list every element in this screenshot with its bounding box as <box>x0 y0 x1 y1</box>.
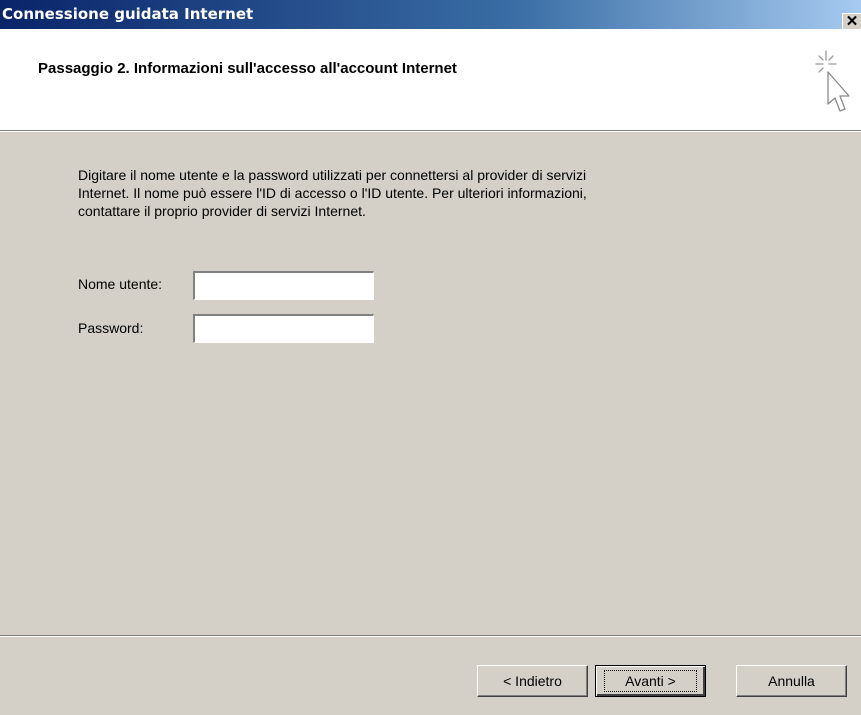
close-icon: ✕ <box>845 13 859 30</box>
username-label: Nome utente: <box>78 276 163 292</box>
back-button[interactable]: < Indietro <box>477 665 588 697</box>
next-button[interactable]: Avanti > <box>595 665 706 697</box>
next-button-label: Avanti > <box>604 670 697 692</box>
back-button-label: < Indietro <box>503 673 562 689</box>
password-label: Password: <box>78 320 144 336</box>
title-bar: Connessione guidata Internet ✕ <box>0 0 861 31</box>
window-title: Connessione guidata Internet <box>2 5 254 23</box>
instructions-text: Digitare il nome utente e la password ut… <box>78 167 587 219</box>
wizard-header: Passaggio 2. Informazioni sull'accesso a… <box>0 29 861 132</box>
cancel-button[interactable]: Annulla <box>736 665 847 697</box>
username-input[interactable] <box>193 271 374 300</box>
password-input[interactable] <box>193 314 374 343</box>
cancel-button-label: Annulla <box>768 673 815 689</box>
step-heading: Passaggio 2. Informazioni sull'accesso a… <box>38 60 457 77</box>
button-separator <box>0 635 861 637</box>
wizard-content: Digitare il nome utente e la password ut… <box>0 132 861 635</box>
wizard-cursor-icon <box>815 50 850 112</box>
